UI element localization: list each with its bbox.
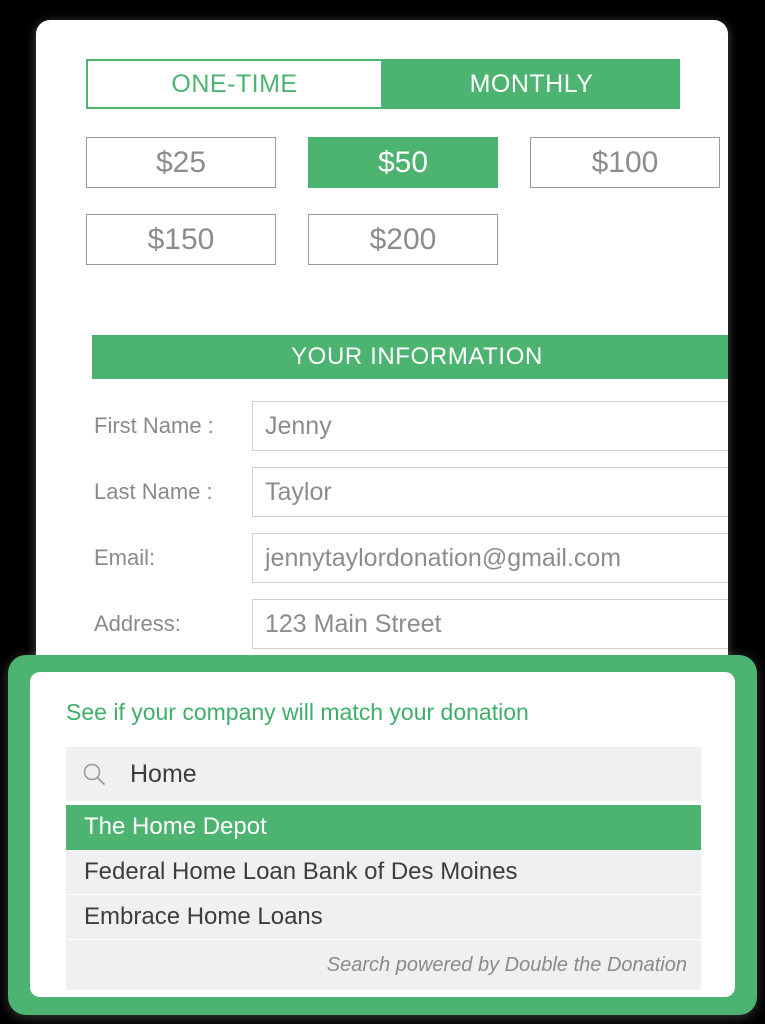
last-name-input[interactable]: Taylor	[252, 467, 728, 517]
employer-matching-card: See if your company will match your dona…	[8, 655, 757, 1015]
company-search-results: The Home Depot Federal Home Loan Bank of…	[66, 805, 701, 990]
form-row-last-name: Last Name : Taylor	[94, 467, 728, 517]
donation-card: ONE-TIME MONTHLY $25 $50 $100 $150 $200 …	[36, 20, 728, 670]
company-search-input[interactable]: Home	[130, 760, 197, 789]
amount-grid-empty-slot	[530, 214, 720, 265]
matching-heading: See if your company will match your dona…	[66, 699, 529, 725]
donation-form-screen: ONE-TIME MONTHLY $25 $50 $100 $150 $200 …	[0, 0, 765, 1024]
address-input[interactable]: 123 Main Street	[252, 599, 728, 649]
first-name-label: First Name :	[94, 413, 214, 438]
amount-button-100[interactable]: $100	[530, 137, 720, 188]
result-item-the-home-depot[interactable]: The Home Depot	[66, 805, 701, 850]
amount-button-150[interactable]: $150	[86, 214, 276, 265]
result-item-federal-home-loan-bank[interactable]: Federal Home Loan Bank of Des Moines	[66, 850, 701, 895]
email-label: Email:	[94, 545, 156, 570]
last-name-label: Last Name :	[94, 479, 213, 504]
company-search-box[interactable]: Home	[66, 747, 701, 801]
amount-button-200[interactable]: $200	[308, 214, 498, 265]
amount-button-25[interactable]: $25	[86, 137, 276, 188]
frequency-option-one-time[interactable]: ONE-TIME	[86, 59, 383, 109]
email-input[interactable]: jennytaylordonation@gmail.com	[252, 533, 728, 583]
first-name-input[interactable]: Jenny	[252, 401, 728, 451]
search-attribution: Search powered by Double the Donation	[66, 940, 701, 990]
form-row-email: Email: jennytaylordonation@gmail.com	[94, 533, 728, 583]
amount-button-50[interactable]: $50	[308, 137, 498, 188]
donation-amount-grid: $25 $50 $100 $150 $200	[86, 137, 720, 265]
employer-matching-inner: See if your company will match your dona…	[30, 672, 735, 997]
result-item-embrace-home-loans[interactable]: Embrace Home Loans	[66, 895, 701, 940]
your-information-header: YOUR INFORMATION	[92, 335, 728, 379]
form-row-first-name: First Name : Jenny	[94, 401, 728, 451]
frequency-option-monthly[interactable]: MONTHLY	[383, 59, 680, 109]
address-label: Address:	[94, 611, 181, 636]
donor-information-form: First Name : Jenny Last Name : Taylor Em…	[94, 401, 728, 665]
form-row-address: Address: 123 Main Street	[94, 599, 728, 649]
search-icon	[74, 761, 114, 787]
donation-frequency-toggle: ONE-TIME MONTHLY	[86, 59, 680, 109]
